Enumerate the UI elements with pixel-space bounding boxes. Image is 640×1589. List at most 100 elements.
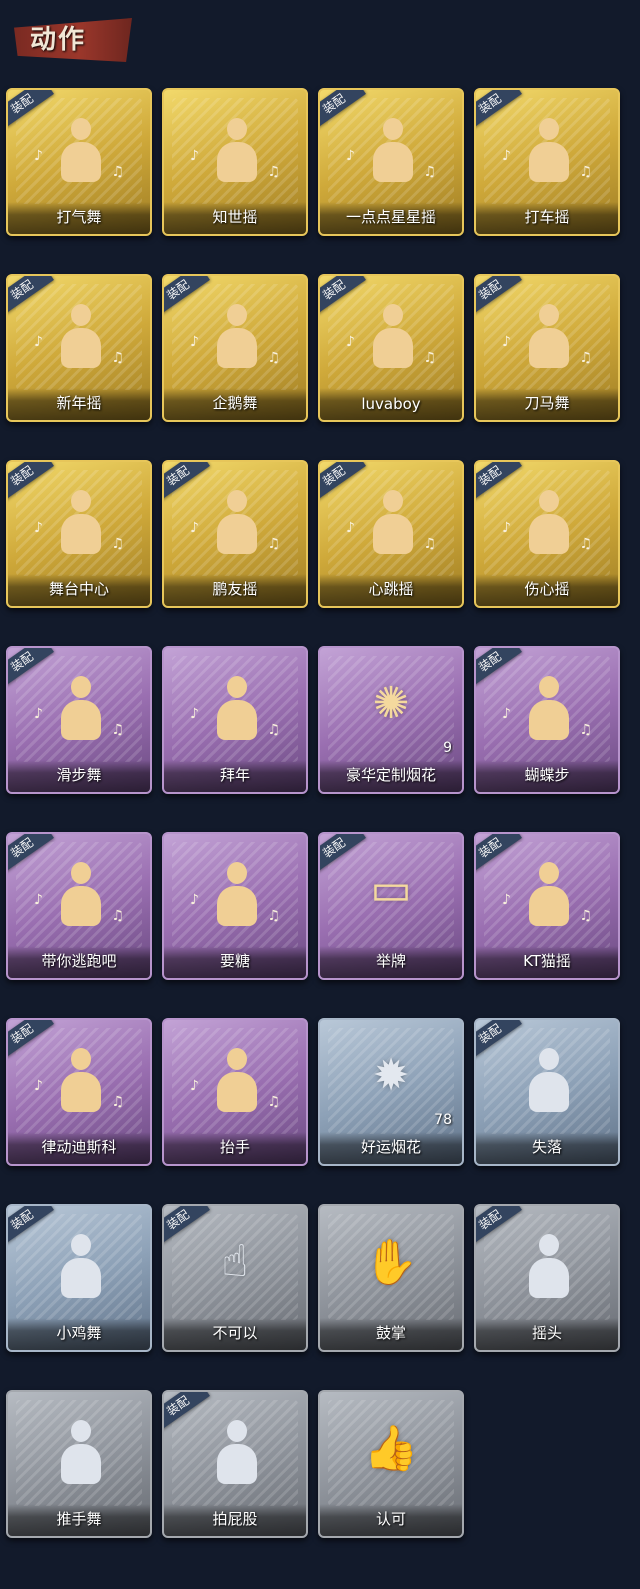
dance-figure-icon (524, 118, 574, 188)
action-card[interactable]: ♪ ♫ 打气舞 装配 (6, 88, 152, 236)
shake-head-figure-icon (524, 1234, 574, 1304)
action-card[interactable]: 拍屁股 装配 (162, 1390, 308, 1538)
action-label: 鹏友摇 (212, 580, 258, 598)
bow-figure-icon (212, 676, 262, 746)
action-label: 鼓掌 (375, 1324, 406, 1342)
action-card[interactable]: ♪ ♫ 律动迪斯科 装配 (6, 1018, 152, 1166)
action-card[interactable]: ♪ ♫ 抬手 (162, 1018, 308, 1166)
action-card[interactable]: ✺ 9 豪华定制烟花 (318, 646, 464, 794)
action-card[interactable]: ✹ 78 好运烟花 (318, 1018, 464, 1166)
firework-can-icon: ✹ (372, 1050, 410, 1101)
action-card[interactable]: ♪ ♫ luvaboy 装配 (318, 274, 464, 422)
music-note-icon: ♫ (579, 908, 592, 924)
action-label: 推手舞 (56, 1510, 102, 1528)
action-label: 心跳摇 (368, 580, 414, 598)
music-note-icon: ♪ (34, 520, 43, 536)
page-title: 动作 (30, 25, 87, 55)
action-label: 认可 (375, 1510, 406, 1528)
action-card[interactable]: ♪ ♫ 一点点星星摇 装配 (318, 88, 464, 236)
dance-figure-icon (212, 118, 262, 188)
music-note-icon: ♫ (111, 908, 124, 924)
action-label: 打气舞 (56, 208, 102, 226)
dance-figure-icon (368, 304, 418, 374)
action-card[interactable]: ♪ ♫ 心跳摇 装配 (318, 460, 464, 608)
music-note-icon: ♪ (346, 520, 355, 536)
music-note-icon: ♪ (190, 1078, 199, 1094)
action-card[interactable]: 小鸡舞 装配 (6, 1204, 152, 1352)
crawl-figure-icon (524, 1048, 574, 1118)
music-note-icon: ♪ (34, 892, 43, 908)
action-label: 刀马舞 (524, 394, 570, 412)
music-note-icon: ♪ (502, 520, 511, 536)
music-note-icon: ♪ (190, 520, 199, 536)
action-label: 豪华定制烟花 (345, 766, 436, 784)
dance-figure-icon (56, 118, 106, 188)
clap-hands-icon: ✋ (363, 1237, 419, 1288)
dance-figure-icon (212, 490, 262, 560)
music-note-icon: ♪ (190, 334, 199, 350)
dance-figure-icon (56, 1234, 106, 1304)
action-card[interactable]: ♪ ♫ 拜年 (162, 646, 308, 794)
music-note-icon: ♪ (502, 706, 511, 722)
action-card[interactable]: ♪ ♫ 舞台中心 装配 (6, 460, 152, 608)
action-card[interactable]: ♪ ♫ 蝴蝶步 装配 (474, 646, 620, 794)
music-note-icon: ♫ (267, 1094, 280, 1110)
dance-figure-icon (524, 304, 574, 374)
dance-figure-icon (524, 676, 574, 746)
action-card[interactable]: ☝ 不可以 装配 (162, 1204, 308, 1352)
push-figure-icon (56, 1420, 106, 1490)
action-card[interactable]: ♪ ♫ KT猫摇 装配 (474, 832, 620, 980)
header: 动作 (0, 0, 640, 74)
music-note-icon: ♫ (423, 350, 436, 366)
dance-figure-icon (212, 304, 262, 374)
music-note-icon: ♫ (579, 350, 592, 366)
action-label: 拍屁股 (212, 1510, 258, 1528)
action-label: 企鹅舞 (212, 394, 258, 412)
action-grid: ♪ ♫ 打气舞 装配 ♪ ♫ 知世摇 ♪ ♫ 一点点星星摇 装配 ♪ ♫ 打车摇 装配 ♪ ♫ 新年摇 装配 ♪ ♫ 企鹅… (6, 88, 620, 1538)
music-note-icon: ♫ (267, 536, 280, 552)
pat-figure-icon (212, 1420, 262, 1490)
action-card[interactable]: ♪ ♫ 鹏友摇 装配 (162, 460, 308, 608)
music-note-icon: ♫ (423, 164, 436, 180)
action-card[interactable]: ♪ ♫ 企鹅舞 装配 (162, 274, 308, 422)
action-card[interactable]: ♪ ♫ 滑步舞 装配 (6, 646, 152, 794)
raise-hand-figure-icon (212, 1048, 262, 1118)
thumbs-up-icon: 👍 (363, 1423, 419, 1474)
music-note-icon: ♫ (111, 1094, 124, 1110)
action-card[interactable]: ♪ ♫ 带你逃跑吧 装配 (6, 832, 152, 980)
music-note-icon: ♫ (579, 722, 592, 738)
action-label: 打车摇 (524, 208, 570, 226)
fireworks-box-icon: ✺ (372, 678, 410, 729)
action-label: 带你逃跑吧 (41, 952, 117, 970)
action-label: 小鸡舞 (56, 1324, 102, 1342)
action-label: 舞台中心 (48, 580, 109, 598)
action-card[interactable]: ♪ ♫ 伤心摇 装配 (474, 460, 620, 608)
dance-figure-icon (56, 676, 106, 746)
action-card[interactable]: 推手舞 (6, 1390, 152, 1538)
action-card[interactable]: ✋ 鼓掌 (318, 1204, 464, 1352)
music-note-icon: ♪ (190, 892, 199, 908)
music-note-icon: ♪ (502, 334, 511, 350)
action-card[interactable]: 失落 装配 (474, 1018, 620, 1166)
action-card[interactable]: ♪ ♫ 打车摇 装配 (474, 88, 620, 236)
item-count: 9 (443, 740, 452, 756)
action-card[interactable]: ♪ ♫ 新年摇 装配 (6, 274, 152, 422)
music-note-icon: ♫ (267, 350, 280, 366)
action-card[interactable]: ♪ ♫ 刀马舞 装配 (474, 274, 620, 422)
action-label: 抬手 (219, 1138, 250, 1156)
dance-figure-icon (368, 490, 418, 560)
music-note-icon: ♪ (346, 334, 355, 350)
music-note-icon: ♪ (502, 148, 511, 164)
heart-hands-figure-icon (524, 490, 574, 560)
action-card[interactable]: ♪ ♫ 要糖 (162, 832, 308, 980)
action-card[interactable]: 👍 认可 (318, 1390, 464, 1538)
action-card[interactable]: 摇头 装配 (474, 1204, 620, 1352)
action-label: 一点点星星摇 (345, 208, 436, 226)
music-note-icon: ♪ (34, 334, 43, 350)
action-label: 滑步舞 (56, 766, 102, 784)
music-note-icon: ♫ (267, 164, 280, 180)
music-note-icon: ♪ (34, 706, 43, 722)
action-card[interactable]: ▭ 举牌 装配 (318, 832, 464, 980)
action-card[interactable]: ♪ ♫ 知世摇 (162, 88, 308, 236)
action-label: 要糖 (219, 952, 250, 970)
